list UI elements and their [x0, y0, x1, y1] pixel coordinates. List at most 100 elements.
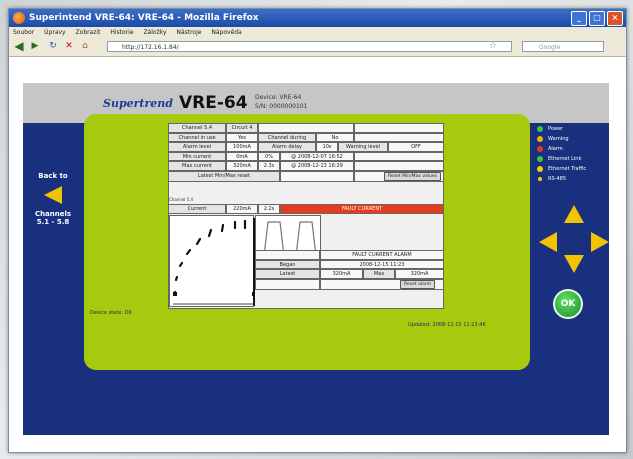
field-value: 10s	[316, 142, 338, 152]
gauge-tick	[207, 228, 213, 238]
serial-number: S/N: 0000000101	[255, 103, 308, 110]
forward-arrow-icon[interactable]: ▶	[29, 40, 41, 53]
table-row: Latest 320mA Max 320mA	[255, 269, 444, 279]
ethernet-traffic-indicator-icon	[537, 166, 543, 172]
gauge-origin	[173, 292, 177, 296]
fault-alarm-title: FAULT CURRENT ALARM	[320, 250, 444, 260]
table-cell: Reset Min/Max values	[354, 170, 444, 182]
field-label: Alarm level	[168, 142, 226, 152]
right-arrow-icon[interactable]	[591, 232, 609, 252]
bookmark-star-icon[interactable]: ☆	[487, 40, 499, 53]
latest-label: Latest	[255, 269, 320, 279]
channel-id: Channel 5.4	[168, 123, 226, 133]
reset-alarm-button[interactable]: Reset alarm	[400, 279, 435, 289]
field-label: Latest Min/Max reset	[168, 170, 280, 182]
field-value: @ 2008-12-13 16:29	[280, 161, 354, 171]
table-cell	[354, 161, 444, 171]
field-value: 100mA	[226, 142, 258, 152]
menu-history[interactable]: Historie	[110, 29, 133, 36]
field-value: 2.3s	[258, 161, 280, 171]
current-duration: 2.2s	[258, 204, 280, 214]
menu-tools[interactable]: Nástroje	[176, 29, 201, 36]
field-value: 320mA	[226, 161, 258, 171]
table-row: Max current 320mA 2.3s @ 2008-12-13 16:2…	[168, 161, 444, 171]
channel-settings: Channel 5.4 Circuit 4 Channel in use Yes…	[168, 123, 444, 182]
menu-bookmarks[interactable]: Záložky	[143, 29, 166, 36]
table-row: Channel 5.4 Circuit 4	[168, 123, 444, 133]
current-value: 220mA	[226, 204, 258, 214]
gauge-svg	[173, 218, 256, 306]
alarm-indicator-icon	[537, 146, 543, 152]
table-row: FAULT CURRENT ALARM	[255, 250, 444, 260]
max-label: Max	[363, 269, 395, 279]
table-cell	[255, 250, 320, 260]
table-row: Latest Min/Max reset Reset Min/Max value…	[168, 170, 444, 182]
menubar: Soubor Úpravy Zobrazit Historie Záložky …	[9, 27, 626, 38]
back-arrow-icon[interactable]: ◀	[12, 40, 26, 53]
table-row: Began 2008-12-15 11:23	[255, 259, 444, 269]
channels-label: Channels	[34, 210, 72, 218]
table-row: Channel in use Yes Channel during No	[168, 132, 444, 142]
menu-edit[interactable]: Úpravy	[44, 29, 65, 36]
field-value: 0mA	[226, 151, 258, 161]
field-label: Channel in use	[168, 132, 226, 142]
window-title: Superintend VRE-64: VRE-64 - Mozilla Fir…	[29, 13, 259, 23]
device-model: VRE-64	[179, 93, 248, 113]
minimize-button[interactable]: _	[571, 11, 587, 26]
stop-icon[interactable]: ✕	[63, 40, 75, 53]
table-cell	[258, 123, 354, 133]
power-indicator-icon	[537, 126, 543, 132]
began-value: 2008-12-15 11:23	[320, 259, 444, 269]
reload-icon[interactable]: ↻	[47, 40, 59, 53]
device-info: Device: VRE-64 S/N: 0000000101	[255, 93, 307, 111]
rs485-indicator-icon	[538, 177, 542, 181]
navigation-toolbar: ◀ ▶ ↻ ✕ ⌂ http://172.16.1.84/ ☆ Google	[9, 38, 626, 57]
back-to-channels-button[interactable]: Back to Channels 5.1 - 5.8	[28, 172, 78, 226]
gauge-tick	[195, 237, 202, 246]
updated-timestamp: Updated: 2008-12-15 11:23:46	[408, 322, 486, 328]
table-row: Min current 0mA 0% @ 2008-12-07 16:52	[168, 151, 444, 161]
table-row: Alarm level 100mA Alarm delay 10s Warnin…	[168, 142, 444, 152]
home-icon[interactable]: ⌂	[79, 40, 91, 53]
legend-rs485: RS-485	[537, 174, 586, 184]
table-cell: Reset alarm	[320, 278, 444, 290]
status-legend: Power Warning Alarm Ethernet Link Ethern…	[537, 124, 586, 184]
field-label: Max current	[168, 161, 226, 171]
field-label: Alarm delay	[258, 142, 316, 152]
back-arrow-icon	[44, 186, 62, 204]
channel-subheading: Channel 5.4	[169, 197, 194, 202]
ok-button[interactable]: OK	[553, 289, 583, 319]
left-arrow-icon[interactable]	[539, 232, 557, 252]
field-value: No	[316, 132, 354, 142]
channels-range: 5.1 - 5.8	[36, 218, 70, 226]
field-value: @ 2008-12-07 16:52	[280, 151, 354, 161]
close-button[interactable]: ×	[607, 11, 623, 26]
field-label: Channel during	[258, 132, 316, 142]
current-gauge	[169, 215, 256, 307]
table-cell	[255, 278, 320, 290]
field-value	[280, 170, 354, 182]
search-input[interactable]: Google	[522, 41, 604, 52]
up-arrow-icon[interactable]	[564, 205, 584, 223]
max-value: 320mA	[395, 269, 444, 279]
menu-file[interactable]: Soubor	[13, 29, 34, 36]
device-name: Device: VRE-64	[255, 94, 302, 101]
supertrend-logo: Supertrend	[103, 97, 173, 110]
maximize-button[interactable]: □	[589, 11, 605, 26]
field-label: Warning level	[338, 142, 388, 152]
current-row: Current 220mA 2.2s FAULT CURRENT	[168, 204, 444, 214]
menu-help[interactable]: Nápověda	[211, 29, 241, 36]
gauge-tick	[220, 223, 225, 233]
field-value: 0%	[258, 151, 280, 161]
address-bar[interactable]: http://172.16.1.84/	[107, 41, 512, 52]
down-arrow-icon[interactable]	[564, 255, 584, 273]
gauge-origin	[252, 292, 256, 296]
gauge-tick	[174, 275, 179, 282]
reset-minmax-button[interactable]: Reset Min/Max values	[384, 171, 441, 181]
device-state: Device state: OK	[90, 310, 132, 316]
window-titlebar[interactable]: Superintend VRE-64: VRE-64 - Mozilla Fir…	[9, 9, 626, 27]
ethernet-link-indicator-icon	[537, 156, 543, 162]
menu-view[interactable]: Zobrazit	[76, 29, 101, 36]
table-cell	[354, 123, 444, 133]
table-cell	[354, 151, 444, 161]
